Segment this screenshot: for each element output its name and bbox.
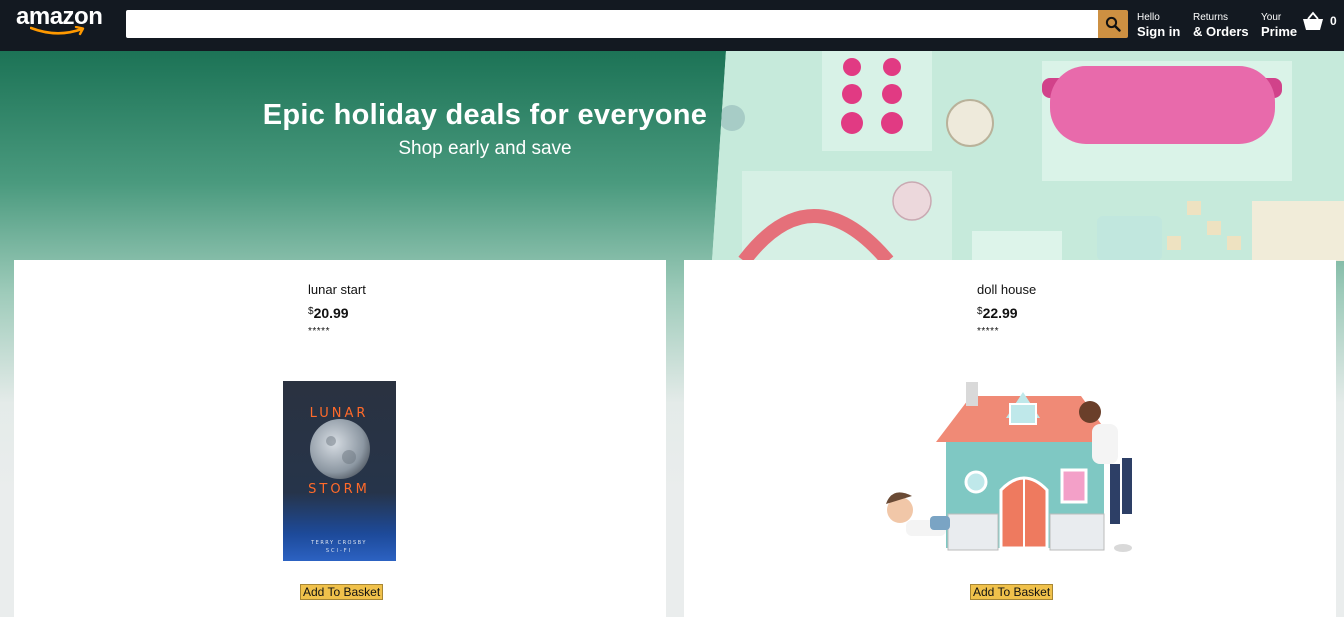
product-title: doll house xyxy=(977,282,1037,297)
banner-subtitle: Shop early and save xyxy=(398,138,572,159)
orders-label: & Orders xyxy=(1193,24,1249,39)
product-image-book: LUNAR STORM TERRY CROSBY SCI-FI xyxy=(283,381,396,561)
amazon-logo[interactable]: amazon xyxy=(16,4,110,38)
product-card: lunar start $20.99 ***** LUNAR STORM TER… xyxy=(14,260,666,617)
returns-label: Returns xyxy=(1193,12,1229,23)
prime-label: Prime xyxy=(1261,24,1298,39)
prime-link[interactable]: Your Prime xyxy=(1261,11,1297,38)
product-price: $22.99 xyxy=(977,305,1018,321)
product-card: doll house $22.99 ***** Add To Basket xyxy=(684,260,1336,617)
product-image-dollhouse xyxy=(866,378,1156,560)
search-bar xyxy=(126,10,1128,38)
basket-icon xyxy=(1303,11,1323,30)
top-nav: amazon Hello Sign in Returns & Orders Yo… xyxy=(0,0,1344,51)
holiday-products-image xyxy=(712,51,1344,261)
book-cover-title-line1: LUNAR xyxy=(310,406,369,421)
product-rating: ***** xyxy=(977,326,999,337)
sign-in-greeting: Hello xyxy=(1137,12,1160,23)
sign-in-label: Sign in xyxy=(1137,24,1181,39)
book-cover-genre: SCI-FI xyxy=(326,548,352,554)
prime-your-label: Your xyxy=(1261,12,1282,23)
book-cover-author: TERRY CROSBY xyxy=(310,540,367,546)
banner-photo xyxy=(712,51,1344,261)
banner-title: Epic holiday deals for everyone xyxy=(262,99,708,131)
basket-count: 0 xyxy=(1330,14,1337,28)
product-title: lunar start xyxy=(308,282,366,297)
search-icon xyxy=(1105,16,1121,32)
price-currency: $ xyxy=(977,306,983,317)
price-value: 22.99 xyxy=(982,305,1018,321)
search-button[interactable] xyxy=(1098,10,1128,38)
smile-arrow-icon xyxy=(30,26,85,36)
price-value: 20.99 xyxy=(313,305,349,321)
price-currency: $ xyxy=(308,306,314,317)
search-input[interactable] xyxy=(126,10,1098,38)
product-rating: ***** xyxy=(308,326,330,337)
sign-in-link[interactable]: Hello Sign in xyxy=(1137,11,1180,38)
basket-link[interactable]: 0 xyxy=(1302,11,1337,31)
add-to-basket-button[interactable]: Add To Basket xyxy=(300,584,384,600)
book-cover-title-line2: STORM xyxy=(308,482,370,497)
returns-orders-link[interactable]: Returns & Orders xyxy=(1193,11,1249,38)
product-price: $20.99 xyxy=(308,305,349,321)
add-to-basket-button[interactable]: Add To Basket xyxy=(970,584,1054,600)
